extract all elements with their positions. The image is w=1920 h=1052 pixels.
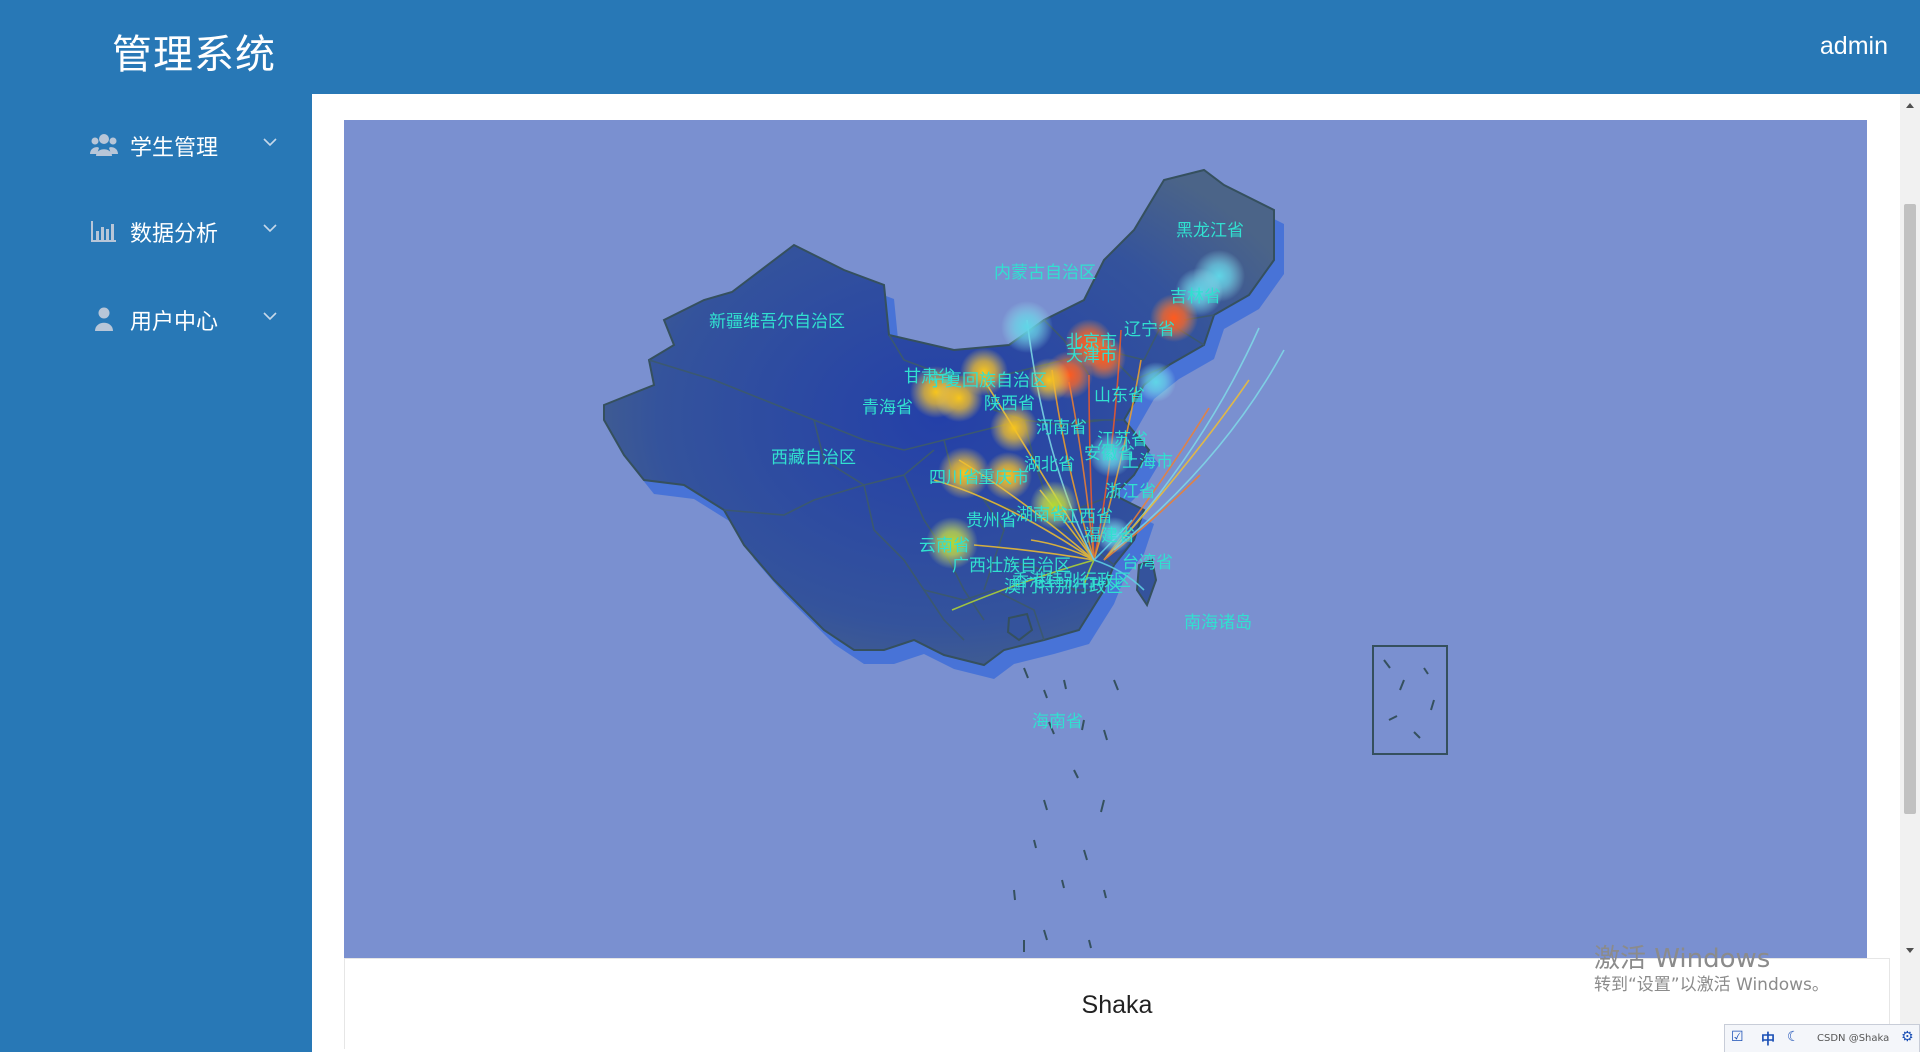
bar-chart-icon xyxy=(91,221,116,242)
region-label: 青海省 xyxy=(862,398,913,418)
region-label: 吉林省 xyxy=(1170,287,1221,307)
region-label: 台湾省 xyxy=(1122,553,1173,573)
sidebar-item-label: 用户中心 xyxy=(130,310,219,335)
region-label: 辽宁省 xyxy=(1124,320,1175,340)
sidebar-item-user-center[interactable]: 用户中心 xyxy=(0,284,312,354)
chevron-down-icon xyxy=(263,224,277,233)
sidebar-item-label: 数据分析 xyxy=(130,222,219,247)
region-label: 南海诸岛 xyxy=(1184,613,1252,633)
chevron-down-icon xyxy=(263,312,277,321)
region-label: 重庆市 xyxy=(978,468,1029,488)
ime-language-indicator[interactable]: 中 xyxy=(1761,1029,1775,1049)
region-label: 西藏自治区 xyxy=(771,448,856,468)
taskbar-tray: ☑ 中 ☾ CSDN @Shaka ⚙ xyxy=(1724,1024,1920,1052)
region-label: 陕西省 xyxy=(984,394,1035,414)
activation-title: 激活 Windows xyxy=(1594,944,1771,974)
region-label: 云南省 xyxy=(919,536,970,556)
windows-activation-notice: 激活 Windows 转到“设置”以激活 Windows。 xyxy=(1594,944,1829,996)
region-label: 河南省 xyxy=(1036,418,1087,438)
scroll-thumb[interactable] xyxy=(1904,204,1916,814)
region-label: 新疆维吾尔自治区 xyxy=(709,312,845,332)
activation-subtitle: 转到“设置”以激活 Windows。 xyxy=(1594,975,1829,995)
region-label: 内蒙古自治区 xyxy=(994,263,1096,283)
sidebar-item-data-analysis[interactable]: 数据分析 xyxy=(0,196,312,266)
sidebar-item-student-management[interactable]: 学生管理 xyxy=(0,110,312,180)
region-label: 湖北省 xyxy=(1024,455,1075,475)
region-label: 四川省 xyxy=(929,468,980,488)
region-label: 江西省 xyxy=(1062,507,1113,527)
sidebar: 学生管理 数据分析 用户中心 xyxy=(0,94,312,1052)
user-icon xyxy=(95,307,113,331)
region-label: 浙江省 xyxy=(1105,482,1156,502)
south-sea-inset xyxy=(1372,645,1448,755)
region-label: 黑龙江省 xyxy=(1176,221,1244,241)
scroll-up-arrow-icon[interactable] xyxy=(1900,98,1920,114)
region-label: 福建省 xyxy=(1084,526,1135,546)
chevron-down-icon xyxy=(263,138,277,147)
region-label: 宁夏回族自治区 xyxy=(928,371,1047,391)
region-label: 山东省 xyxy=(1094,386,1145,406)
top-header: 管理系统 admin xyxy=(0,0,1920,94)
china-map-chart[interactable]: 黑龙江省 吉林省 辽宁省 内蒙古自治区 新疆维吾尔自治区 北京市 天津市 甘肃省… xyxy=(344,120,1867,958)
sidebar-item-label: 学生管理 xyxy=(130,136,219,161)
region-label: 湖南省 xyxy=(1016,505,1067,525)
region-label: 天津市 xyxy=(1066,346,1117,366)
user-menu[interactable]: admin xyxy=(1820,32,1888,61)
south-sea-islands xyxy=(1013,667,1119,952)
ime-switch-icon[interactable]: ☑ xyxy=(1731,1029,1744,1045)
settings-gear-icon[interactable]: ⚙ xyxy=(1901,1029,1914,1045)
users-icon xyxy=(90,134,118,156)
region-label: 澳门特别行政区 xyxy=(1004,577,1123,597)
glow-point-inner-mongolia xyxy=(1001,301,1053,353)
app-title: 管理系统 xyxy=(112,32,276,78)
vertical-scrollbar[interactable] xyxy=(1900,94,1920,1052)
region-label: 上海市 xyxy=(1122,452,1173,472)
region-label: 贵州省 xyxy=(966,511,1017,531)
tray-watermark: CSDN @Shaka xyxy=(1817,1033,1890,1044)
scroll-down-arrow-icon[interactable] xyxy=(1900,942,1920,958)
china-map-svg: 黑龙江省 吉林省 辽宁省 内蒙古自治区 新疆维吾尔自治区 北京市 天津市 甘肃省… xyxy=(603,168,1448,952)
region-label: 海南省 xyxy=(1032,712,1083,732)
moon-icon[interactable]: ☾ xyxy=(1787,1029,1800,1045)
